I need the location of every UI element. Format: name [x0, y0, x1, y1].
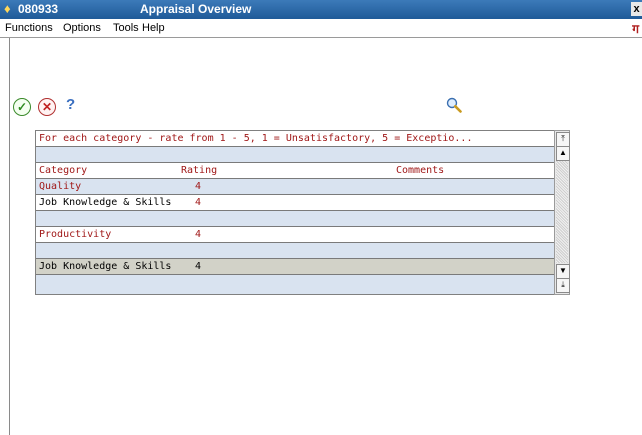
scroll-up-icon[interactable]: ▲	[556, 146, 570, 161]
app-icon: ♦	[4, 1, 11, 16]
table-row[interactable]: Job Knowledge & Skills 4	[36, 195, 556, 211]
search-button[interactable]	[446, 97, 462, 113]
window-id: 080933	[18, 2, 59, 16]
instructions-text: For each category - rate from 1 - 5, 1 =…	[39, 133, 473, 144]
menu-options[interactable]: Options	[63, 22, 101, 34]
exit-icon[interactable]: ग	[632, 20, 639, 37]
scroll-bottom-icon[interactable]: ⤓	[556, 278, 570, 293]
appraisal-grid: For each category - rate from 1 - 5, 1 =…	[35, 130, 557, 295]
table-row[interactable]	[36, 243, 556, 259]
rating-cell[interactable]: 4	[195, 179, 201, 194]
table-row[interactable]: Productivity 4	[36, 227, 556, 243]
scroll-down-icon[interactable]: ▼	[556, 264, 570, 279]
search-icon	[446, 97, 462, 113]
header-category: Category	[39, 165, 88, 176]
table-row[interactable]: Quality 4	[36, 179, 556, 195]
cancel-icon: ✕	[41, 100, 53, 114]
table-row-selected[interactable]: Job Knowledge & Skills 4	[36, 259, 556, 275]
header-comments: Comments	[396, 165, 445, 176]
scroll-track[interactable]	[556, 161, 568, 263]
check-icon: ✓	[16, 100, 28, 114]
category-cell: Productivity	[39, 229, 112, 240]
category-cell: Job Knowledge & Skills	[39, 261, 172, 272]
window-title: Appraisal Overview	[140, 2, 252, 16]
header-rating: Rating	[181, 165, 218, 176]
table-row[interactable]	[36, 211, 556, 227]
header-row: Category Rating Comments	[36, 163, 556, 179]
rating-cell[interactable]: 4	[195, 227, 201, 242]
category-cell: Job Knowledge & Skills	[39, 197, 172, 208]
menu-help[interactable]: Help	[142, 22, 165, 34]
rating-cell[interactable]: 4	[195, 259, 201, 274]
rating-cell[interactable]: 4	[195, 195, 201, 210]
blank-row	[36, 147, 556, 163]
menu-tools[interactable]: Tools	[113, 22, 139, 34]
menu-bar: Functions Options Tools Help ग	[0, 19, 642, 38]
category-cell: Quality	[39, 181, 82, 192]
scroll-top-icon[interactable]: ⤒	[556, 132, 570, 147]
grid-scrollbar[interactable]: ⤒ ▲ ▼ ⤓	[554, 130, 570, 295]
instructions-row: For each category - rate from 1 - 5, 1 =…	[36, 131, 556, 147]
menu-functions[interactable]: Functions	[5, 22, 53, 34]
cancel-button[interactable]: ✕	[38, 98, 56, 116]
ok-button[interactable]: ✓	[13, 98, 31, 116]
close-button[interactable]: x	[631, 2, 642, 16]
title-bar: ♦ 080933 Appraisal Overview x	[0, 0, 642, 19]
help-button[interactable]: ?	[66, 96, 75, 113]
blank-row	[36, 275, 556, 290]
